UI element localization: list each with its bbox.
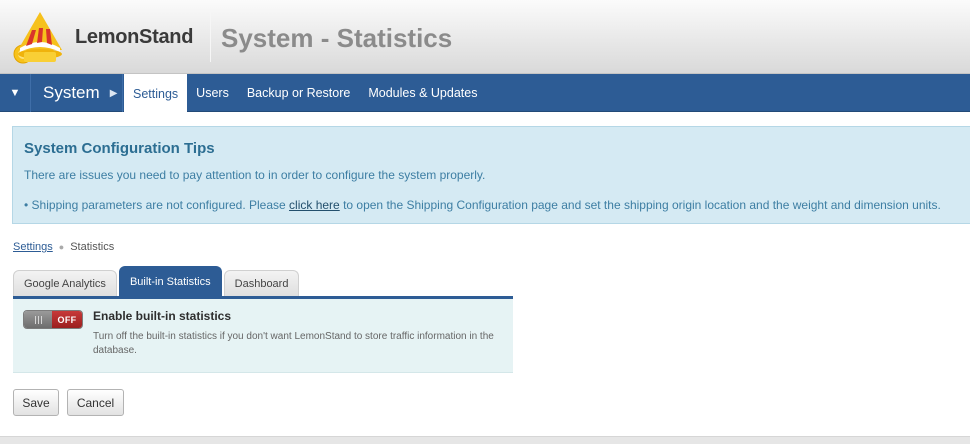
breadcrumb: Settings ● Statistics <box>13 241 114 253</box>
nav-section-label: System <box>43 83 100 102</box>
shipping-config-link[interactable]: click here <box>289 198 340 212</box>
enable-statistics-toggle[interactable]: OFF <box>23 310 83 329</box>
setting-description: Turn off the built-in statistics if you … <box>93 331 494 356</box>
toggle-state-label: OFF <box>52 311 82 328</box>
bullet-icon: • <box>24 198 32 212</box>
breadcrumb-current: Statistics <box>70 241 115 253</box>
statistics-tabs: Google Analytics Built-in Statistics Das… <box>13 266 301 297</box>
cancel-button[interactable]: Cancel <box>67 389 124 416</box>
tips-item-suffix: to open the Shipping Configuration page … <box>339 198 941 212</box>
tips-item-shipping: • Shipping parameters are not configured… <box>24 198 941 212</box>
breadcrumb-settings-link[interactable]: Settings <box>13 241 53 253</box>
chevron-right-icon: ▶ <box>109 87 118 99</box>
lemonstand-logo-icon[interactable] <box>10 6 70 66</box>
page-title: System - Statistics <box>221 23 453 53</box>
breadcrumb-separator-icon: ● <box>58 242 65 252</box>
nav-items: Settings Users Backup or Restore Modules… <box>124 74 486 113</box>
main-navbar: ▼ System ▶ Settings Users Backup or Rest… <box>0 74 970 113</box>
tips-item-prefix: Shipping parameters are not configured. … <box>31 198 290 212</box>
nav-item-users[interactable]: Users <box>187 74 238 112</box>
tab-dashboard[interactable]: Dashboard <box>223 270 300 297</box>
header-divider <box>210 12 211 62</box>
toggle-grip-icon <box>24 311 52 328</box>
logo-text[interactable]: LemonStand <box>75 26 193 49</box>
save-button[interactable]: Save <box>13 389 59 416</box>
system-config-tips: System Configuration Tips There are issu… <box>12 126 970 224</box>
nav-menu-toggle[interactable]: ▼ <box>0 74 31 112</box>
chevron-down-icon: ▼ <box>9 87 21 99</box>
tips-title: System Configuration Tips <box>24 140 215 157</box>
nav-item-settings[interactable]: Settings <box>124 74 188 113</box>
tips-intro: There are issues you need to pay attenti… <box>24 168 486 182</box>
nav-section-system[interactable]: System ▶ <box>31 74 123 112</box>
nav-item-backup-restore[interactable]: Backup or Restore <box>238 74 360 112</box>
tab-google-analytics[interactable]: Google Analytics <box>13 270 117 297</box>
footer-divider <box>0 436 970 444</box>
app-header: LemonStand System - Statistics <box>0 0 970 74</box>
tab-built-in-statistics[interactable]: Built-in Statistics <box>118 266 222 297</box>
built-in-statistics-panel: OFF Enable built-in statistics Turn off … <box>13 299 513 373</box>
setting-title: Enable built-in statistics <box>93 309 232 323</box>
nav-item-modules-updates[interactable]: Modules & Updates <box>359 74 486 112</box>
